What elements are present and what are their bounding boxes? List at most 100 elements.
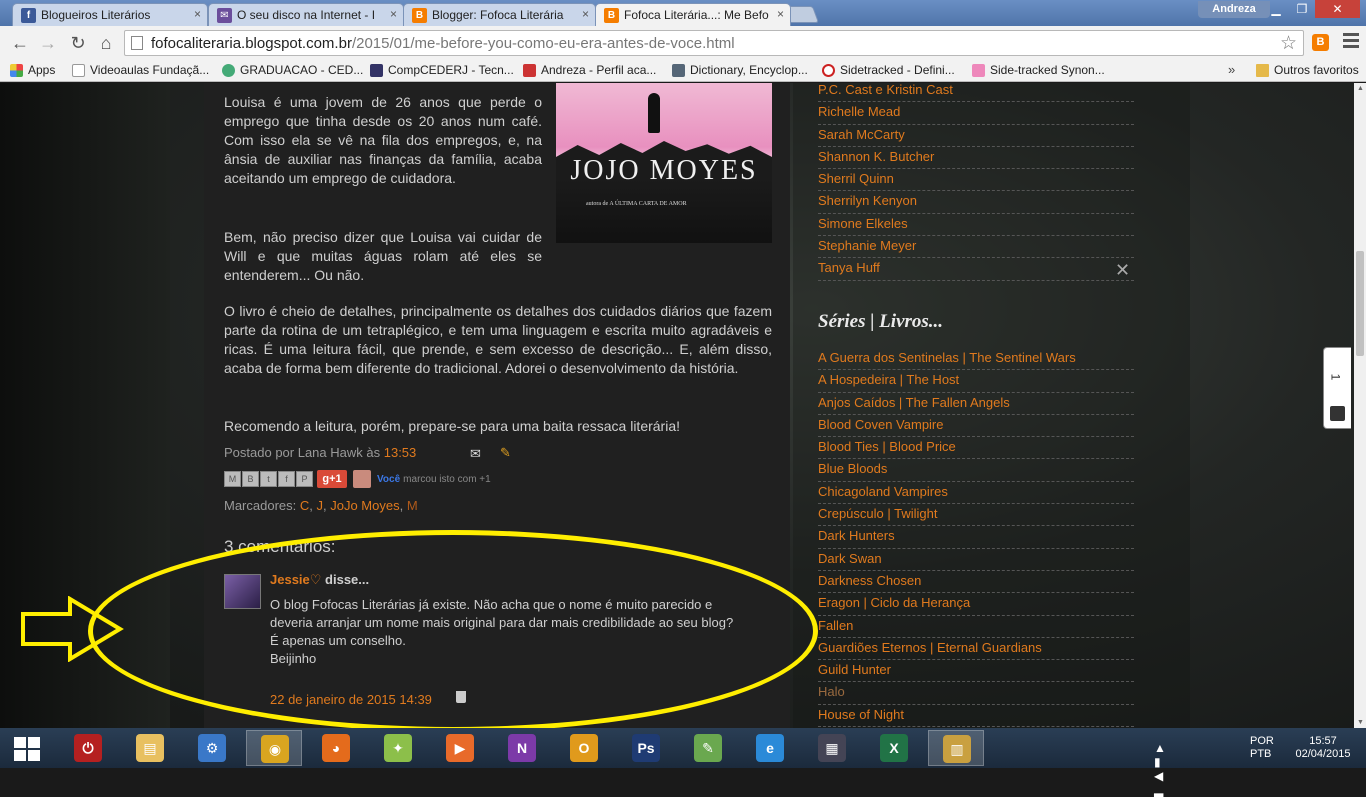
sidebar-link[interactable]: Fallen <box>818 616 1134 638</box>
taskbar-item[interactable]: ◉ <box>246 730 302 766</box>
taskbar-item[interactable]: X <box>866 730 922 766</box>
restore-icon[interactable]: ❐ <box>1289 0 1315 18</box>
tab-strip: f Blogueiros Literários × ✉ O seu disco … <box>0 0 1366 26</box>
bookmark-star-icon[interactable]: ☆ <box>1280 32 1297 55</box>
bookmark-andreza[interactable]: Andreza - Perfil aca... <box>523 63 656 77</box>
start-button[interactable] <box>14 737 40 761</box>
tab-fofoca-active[interactable]: B Fofoca Literária...: Me Befo × <box>595 3 791 26</box>
bookmarks-overflow-button[interactable]: » <box>1228 62 1235 77</box>
page-scrollbar[interactable]: ▲ ▼ <box>1354 83 1366 728</box>
bookmark-compcederj[interactable]: CompCEDERJ - Tecn... <box>370 63 514 77</box>
series-heading: Séries | Livros... <box>818 311 944 332</box>
sidebar-link[interactable]: Guardiões Eternos | Eternal Guardians <box>818 638 1134 661</box>
close-icon[interactable]: × <box>194 7 201 21</box>
label-link[interactable]: JoJo Moyes <box>330 498 399 513</box>
taskbar-item[interactable]: ⏻ <box>60 730 116 766</box>
taskbar-item[interactable]: ▥ <box>928 730 984 766</box>
blogger-extension-icon[interactable]: B <box>1312 34 1329 51</box>
tab-blogueiros[interactable]: f Blogueiros Literários × <box>12 3 208 26</box>
email-post-icon[interactable]: ✉ <box>470 446 481 462</box>
post-time-link[interactable]: 13:53 <box>384 445 417 460</box>
bookmark-sidetracked[interactable]: Sidetracked - Defini... <box>822 63 955 77</box>
scroll-thumb[interactable] <box>1356 251 1364 356</box>
forward-icon[interactable]: → <box>38 33 58 53</box>
tray-icons[interactable]: ▲ ▮ ◀ ▂ <box>1154 741 1172 797</box>
sidebar-link[interactable]: Darkness Chosen <box>818 571 1134 594</box>
sidebar-link[interactable]: Guild Hunter <box>818 660 1134 683</box>
pinterest-icon[interactable]: P <box>296 471 313 487</box>
bookmark-side-tracked-synonyms[interactable]: Side-tracked Synon... <box>972 63 1105 77</box>
tab-blogger[interactable]: B Blogger: Fofoca Literária × <box>403 3 596 26</box>
taskbar-item[interactable]: ◕ <box>308 730 364 766</box>
bookmark-apps[interactable]: Apps <box>10 63 55 77</box>
bookmark-videoaulas[interactable]: Videoaulas Fundaçã... <box>72 63 209 77</box>
taskbar-item[interactable]: O <box>556 730 612 766</box>
sidebar-link[interactable]: A Guerra dos Sentinelas | The Sentinel W… <box>818 348 1134 371</box>
widget-icon[interactable] <box>1330 406 1345 421</box>
taskbar-item[interactable]: ✦ <box>370 730 426 766</box>
back-icon[interactable]: ← <box>10 33 30 53</box>
scroll-up-icon[interactable]: ▲ <box>1357 85 1364 92</box>
sidebar-link[interactable]: Chicagoland Vampires <box>818 482 1134 505</box>
sidebar-link[interactable]: Shannon K. Butcher <box>818 147 1134 170</box>
home-icon[interactable]: ⌂ <box>96 33 116 53</box>
edit-pencil-icon[interactable]: ✎ <box>500 445 511 461</box>
url-text[interactable]: fofocaliteraria.blogspot.com.br/2015/01/… <box>151 35 735 52</box>
close-icon[interactable]: × <box>777 7 784 21</box>
gplus-button[interactable]: g+1 <box>317 470 347 488</box>
taskbar-item[interactable]: e <box>742 730 798 766</box>
sidebar-link[interactable]: Tanya Huff <box>818 258 1134 281</box>
sidebar-link[interactable]: Richelle Mead <box>818 102 1134 125</box>
sidebar-link[interactable]: Crepúsculo | Twilight <box>818 504 1134 527</box>
twitter-icon[interactable]: t <box>260 471 277 487</box>
taskbar-item[interactable]: ▤ <box>122 730 178 766</box>
taskbar-item[interactable]: ▶ <box>432 730 488 766</box>
sidebar-link[interactable]: Halo <box>818 682 1134 705</box>
bookmark-dictionary[interactable]: Dictionary, Encyclop... <box>672 63 808 77</box>
sidebar-link[interactable]: A Hospedeira | The Host <box>818 370 1134 393</box>
sidebar-link[interactable]: Dark Swan <box>818 549 1134 571</box>
close-icon[interactable]: × <box>582 7 589 21</box>
bookmark-graduacao[interactable]: GRADUACAO - CED... <box>222 63 363 77</box>
label-link[interactable]: J <box>317 498 324 513</box>
sidebar-link[interactable]: Blue Bloods <box>818 459 1134 482</box>
taskbar-item[interactable]: Ps <box>618 730 674 766</box>
taskbar-item[interactable]: N <box>494 730 550 766</box>
sidebar-link[interactable]: House of Night <box>818 705 1134 728</box>
scroll-down-icon[interactable]: ▼ <box>1357 719 1364 726</box>
clock[interactable]: 15:57 02/04/2015 <box>1290 735 1356 761</box>
sidebar-link[interactable]: Stephanie Meyer <box>818 236 1134 259</box>
sidebar-link[interactable]: Dark Hunters <box>818 526 1134 549</box>
bookmark-other-folder[interactable]: Outros favoritos <box>1256 63 1359 77</box>
tools-icon[interactable]: ✕ <box>1115 260 1130 281</box>
chrome-menu-icon[interactable] <box>1343 33 1359 51</box>
input-language[interactable]: POR PTB <box>1250 735 1274 761</box>
sidebar-link[interactable]: Sherril Quinn <box>818 169 1134 192</box>
you-link[interactable]: Você <box>377 474 400 485</box>
facebook-share-icon[interactable]: f <box>278 471 295 487</box>
close-window-icon[interactable]: ✕ <box>1315 0 1360 18</box>
taskbar-item[interactable]: ▦ <box>804 730 860 766</box>
sidebar-link[interactable]: Sarah McCarty <box>818 125 1134 147</box>
close-icon[interactable]: × <box>390 7 397 21</box>
sidebar-link[interactable]: Blood Ties | Blood Price <box>818 437 1134 460</box>
sidebar-link[interactable]: Blood Coven Vampire <box>818 415 1134 438</box>
address-bar[interactable]: fofocaliteraria.blogspot.com.br/2015/01/… <box>124 30 1304 56</box>
label-link[interactable]: M <box>407 498 418 513</box>
books-app-icon: ▥ <box>943 735 971 763</box>
sidebar-link[interactable]: Sherrilyn Kenyon <box>818 191 1134 214</box>
sidebar-link[interactable]: Eragon | Ciclo da Herança <box>818 593 1134 616</box>
taskbar-item[interactable]: ✎ <box>680 730 736 766</box>
sidebar-link[interactable]: Anjos Caídos | The Fallen Angels <box>818 393 1134 415</box>
taskbar-item[interactable]: ⚙ <box>184 730 240 766</box>
profile-button[interactable]: Andreza <box>1198 1 1270 18</box>
tab-disco[interactable]: ✉ O seu disco na Internet - I × <box>208 3 404 26</box>
blogthis-icon[interactable]: B <box>242 471 259 487</box>
sidebar-link[interactable]: Simone Elkeles <box>818 214 1134 237</box>
side-floating-widget[interactable]: 1 <box>1323 347 1351 429</box>
minimize-icon[interactable]: ▁ <box>1263 0 1289 18</box>
sidebar-link[interactable]: P.C. Cast e Kristin Cast <box>818 83 1134 103</box>
email-share-icon[interactable]: M <box>224 471 241 487</box>
reload-icon[interactable]: ↻ <box>68 33 88 53</box>
label-link[interactable]: C <box>300 498 309 513</box>
